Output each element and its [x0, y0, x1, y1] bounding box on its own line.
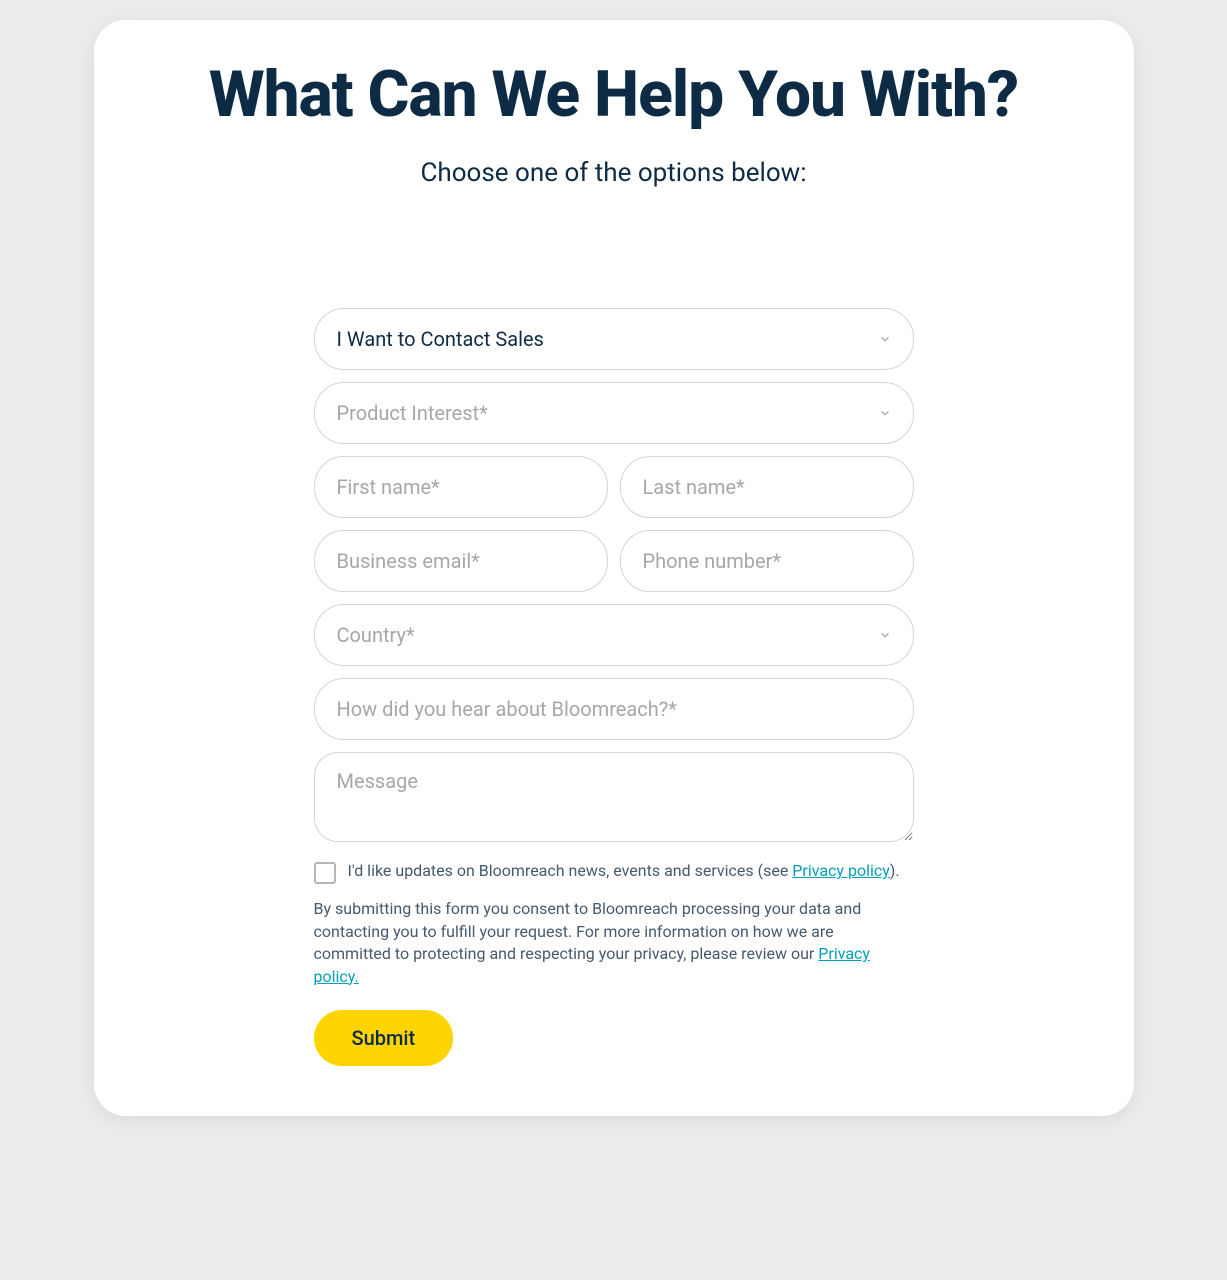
privacy-policy-link[interactable]: Privacy policy [792, 861, 890, 880]
first-name-input[interactable] [314, 456, 608, 518]
contact-form-card: What Can We Help You With? Choose one of… [94, 20, 1134, 1116]
message-textarea[interactable] [314, 752, 914, 842]
page-title: What Can We Help You With? [144, 60, 1084, 130]
last-name-input[interactable] [620, 456, 914, 518]
product-interest-select[interactable]: Product Interest* [314, 382, 914, 444]
page-subtitle: Choose one of the options below: [144, 158, 1084, 188]
hear-about-input[interactable] [314, 678, 914, 740]
topic-select[interactable]: I Want to Contact Sales [314, 308, 914, 370]
updates-checkbox-label: I'd like updates on Bloomreach news, eve… [348, 860, 900, 882]
submit-button[interactable]: Submit [314, 1010, 454, 1066]
updates-checkbox[interactable] [314, 862, 336, 884]
form-container: I Want to Contact Sales Product Interest… [314, 308, 914, 1066]
country-select[interactable]: Country* [314, 604, 914, 666]
business-email-input[interactable] [314, 530, 608, 592]
disclaimer-text: By submitting this form you consent to B… [314, 898, 914, 988]
phone-input[interactable] [620, 530, 914, 592]
